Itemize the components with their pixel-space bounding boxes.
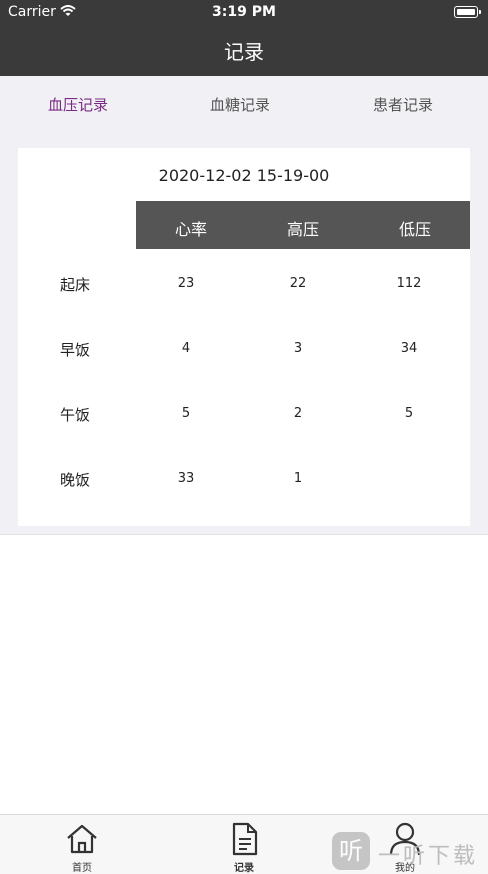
tabbar-records-label: 记录	[234, 863, 254, 874]
battery-icon	[454, 6, 481, 18]
table-cell: 4	[181, 341, 191, 356]
status-bar: Carrier 3:19 PM	[0, 0, 488, 24]
header-diastolic: 低压	[398, 220, 431, 239]
row-label-lunch: 午饭	[60, 406, 91, 424]
table-header: 心率 高压 低压	[136, 201, 470, 249]
record-type-tabs: 血压记录 血糖记录 患者记录	[0, 76, 488, 132]
status-time: 3:19 PM	[212, 4, 276, 20]
table-cell: 34	[400, 341, 418, 356]
tabbar-home[interactable]: 首页	[47, 819, 117, 874]
header-heart-rate: 心率	[174, 220, 207, 239]
tab-blood-pressure[interactable]: 血压记录	[48, 94, 108, 115]
page-title: 记录	[224, 40, 264, 64]
table-cell: 2	[293, 406, 303, 421]
table-cell: 3	[293, 341, 303, 356]
table-cell: 5	[404, 406, 414, 421]
tab-blood-sugar[interactable]: 血糖记录	[210, 94, 270, 115]
table-cell: 22	[289, 276, 307, 291]
record-datetime: 2020-12-02 15-19-00	[158, 166, 330, 185]
tabbar-home-label: 首页	[72, 863, 92, 874]
table-cell: 33	[177, 471, 195, 486]
table-cell: 1	[293, 471, 303, 486]
header-systolic: 高压	[286, 220, 319, 239]
home-icon	[67, 824, 97, 854]
tab-patient[interactable]: 患者记录	[373, 94, 433, 115]
row-label-dinner: 晚饭	[60, 471, 91, 489]
tabbar-records[interactable]: 记录	[209, 819, 279, 874]
navigation-bar: 记录	[0, 24, 488, 76]
row-label-breakfast: 早饭	[60, 341, 91, 359]
table-cell: 112	[396, 276, 422, 291]
table-cell: 5	[181, 406, 191, 421]
record-card: 2020-12-02 15-19-00 心率 高压 低压 起床 23 22 11…	[18, 148, 470, 526]
watermark-logo: 听	[332, 832, 370, 870]
watermark-text: 一听下载	[378, 844, 479, 869]
document-icon	[232, 822, 258, 856]
divider	[0, 534, 488, 535]
row-label-wake: 起床	[60, 276, 91, 294]
table-cell: 23	[177, 276, 195, 291]
